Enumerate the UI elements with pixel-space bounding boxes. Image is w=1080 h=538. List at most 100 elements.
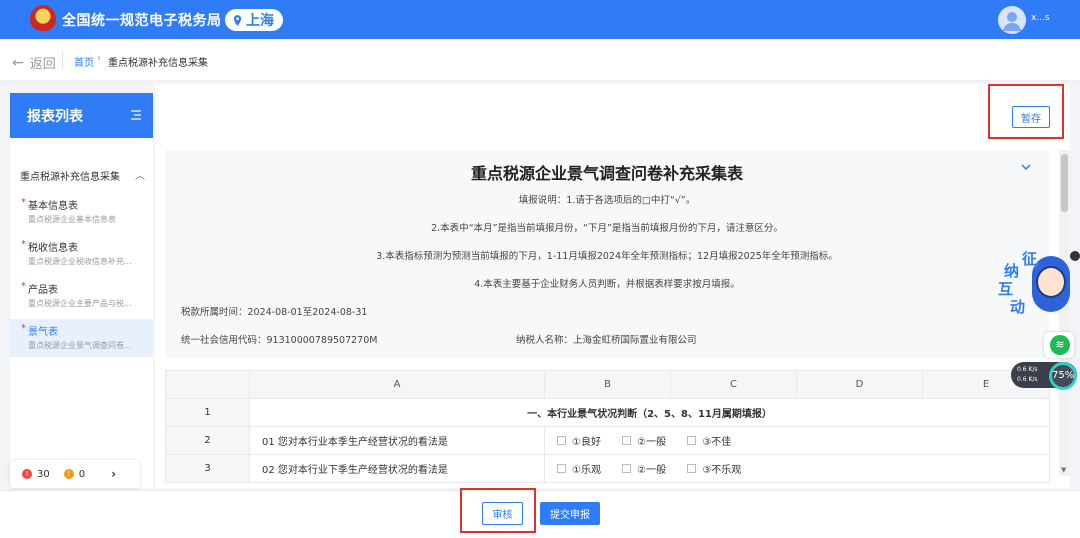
option-label: ①良好 [572, 437, 601, 448]
question-text: 02 您对本行业下季生产经营状况的看法是 [249, 454, 545, 483]
assistant-char: 动 [1010, 298, 1026, 316]
checkbox[interactable] [622, 464, 632, 473]
report-list-sidebar: 报表列表 重点税源补充信息采集 ︿ 基本信息表 重点税源企业基本信息表 税收信息… [10, 93, 153, 488]
survey-table: A B C D E 1 一、本行业景气状况判断（2、5、8、11月属期填报） 2… [165, 370, 1050, 483]
sidebar-title: 报表列表 [27, 108, 83, 125]
sidebar-item-basic-info[interactable]: 基本信息表 重点税源企业基本信息表 [10, 193, 153, 231]
column-header: B [544, 370, 671, 399]
checkbox[interactable] [557, 464, 566, 473]
table-header-row: A B C D E [165, 370, 1050, 399]
highlight-box-save [988, 84, 1064, 139]
column-header [165, 370, 250, 399]
column-header: D [796, 370, 923, 399]
validation-status[interactable]: ! 30 ! 0 › [10, 460, 140, 488]
error-count: 30 [37, 468, 50, 480]
option-label: ③不佳 [702, 437, 732, 448]
download-speed: 0.6 K/s [1017, 376, 1038, 383]
sidebar-header: 报表列表 [10, 93, 153, 138]
option-optimistic[interactable]: ①乐观 [557, 461, 601, 476]
arrow-left-icon: ← [12, 54, 24, 71]
region-label: 上海 [246, 13, 274, 29]
submit-declaration-button[interactable]: 提交申报 [540, 502, 600, 525]
speed-percent: 75% [1049, 362, 1077, 390]
sidebar-item-subtitle: 重点税源企业税收信息补充... [28, 257, 132, 266]
tax-emblem-icon [30, 5, 56, 33]
table-row: 3 02 您对本行业下季生产经营状况的看法是 ①乐观 ②一般 ③不乐观 [165, 454, 1050, 483]
note-line-2: 2.本表中“本月”是指当前填报月份，“下月”是指当前填报月份的下月，请注意区分。 [431, 223, 783, 234]
checkbox[interactable] [687, 436, 697, 445]
form-title: 重点税源企业景气调查问卷补充采集表 [470, 164, 743, 183]
option-label: ③不乐观 [702, 465, 742, 476]
form-panel: 暂存 重点税源企业景气调查问卷补充采集表 填报说明：1.请于各选项后的□中打“√… [155, 84, 1070, 488]
answer-options: ①乐观 ②一般 ③不乐观 [544, 454, 1050, 483]
list-menu-icon[interactable] [131, 110, 141, 120]
back-label: 返回 [29, 57, 56, 72]
highlight-box-audit [460, 488, 536, 533]
warning-icon: ! [63, 469, 74, 479]
sidebar-group-label[interactable]: 重点税源补充信息采集 [20, 168, 120, 183]
form-intro: 重点税源企业景气调查问卷补充采集表 填报说明：1.请于各选项后的□中打“√”。 … [165, 150, 1049, 358]
breadcrumb-home-link[interactable]: 首页 [74, 54, 94, 69]
option-label: ①乐观 [572, 465, 601, 476]
speed-monitor-widget[interactable]: 0.6 K/s 0.6 K/s 75% [1011, 362, 1077, 390]
breadcrumb-divider [62, 51, 63, 69]
note-line-4: 4.本表主要基于企业财务人员判断，并根据表样要求按月填报。 [474, 279, 740, 290]
tax-assistant-widget[interactable]: 征 纳 互 动 [996, 248, 1074, 320]
network-widget[interactable]: ≋ [1044, 332, 1074, 358]
column-header: A [249, 370, 545, 399]
sidebar-item-title: 产品表 [21, 281, 153, 296]
checkbox[interactable] [622, 436, 632, 445]
warning-count: 0 [78, 468, 86, 480]
user-name[interactable]: x...s [1031, 13, 1050, 23]
tax-period: 税款所属时间：2024-08-01至2024-08-31 [181, 307, 368, 318]
answer-options: ①良好 ②一般 ③不佳 [544, 426, 1050, 455]
sidebar-item-subtitle: 重点税源企业主要产品与税... [28, 299, 132, 308]
assistant-avatar-icon [1036, 266, 1066, 298]
scrollbar-thumb[interactable] [1061, 154, 1068, 212]
option-label: ②一般 [637, 465, 667, 476]
breadcrumb-bar: ← 返回 首页 › 重点税源补充信息采集 [0, 39, 1080, 81]
option-poor[interactable]: ③不佳 [687, 433, 731, 448]
sidebar-item-subtitle: 重点税源企业基本信息表 [28, 215, 116, 224]
chevron-up-icon[interactable]: ︿ [135, 167, 145, 182]
sidebar-item-title: 基本信息表 [21, 197, 153, 212]
assistant-char: 征 [1022, 250, 1038, 268]
table-row: 1 一、本行业景气状况判断（2、5、8、11月属期填报） [165, 398, 1050, 427]
user-avatar[interactable] [998, 6, 1026, 34]
section-heading: 一、本行业景气状况判断（2、5、8、11月属期填报） [249, 398, 1050, 427]
breadcrumb-current: 重点税源补充信息采集 [108, 58, 208, 69]
column-header: C [670, 370, 797, 399]
region-selector[interactable]: 上海 [225, 9, 283, 31]
error-icon: ! [22, 469, 32, 479]
option-average[interactable]: ②一般 [622, 461, 666, 476]
sidebar-item-tax-info[interactable]: 税收信息表 重点税源企业税收信息补充... [10, 235, 153, 273]
site-title[interactable]: 全国统一规范电子税务局 [62, 10, 222, 30]
wifi-icon: ≋ [1050, 335, 1070, 355]
option-average[interactable]: ②一般 [622, 433, 666, 448]
back-button[interactable]: ← 返回 [12, 53, 56, 73]
option-label: ②一般 [637, 437, 667, 448]
user-icon [1003, 12, 1021, 31]
question-text: 01 您对本行业本季生产经营状况的看法是 [249, 426, 545, 455]
top-bar: 全国统一规范电子税务局 上海 x...s [0, 0, 1080, 39]
option-pessimistic[interactable]: ③不乐观 [687, 461, 741, 476]
note-line-3: 3.本表指标预测为预测当前填报的下月，1-11月填报2024年全年预测指标；12… [376, 251, 838, 262]
checkbox[interactable] [557, 436, 566, 445]
sidebar-item-products[interactable]: 产品表 重点税源企业主要产品与税... [10, 277, 153, 315]
chevron-right-icon[interactable]: › [111, 467, 116, 481]
location-pin-icon [233, 14, 242, 26]
option-good[interactable]: ①良好 [557, 433, 601, 448]
chevron-down-icon[interactable] [1019, 160, 1033, 174]
note-line-1: 填报说明：1.请于各选项后的□中打“√”。 [518, 195, 696, 206]
sidebar-item-title: 税收信息表 [21, 239, 153, 254]
taxpayer-name: 纳税人名称：上海金虹桥国际置业有限公司 [516, 335, 697, 346]
row-index: 1 [165, 398, 250, 427]
credit-code: 统一社会信用代码：91310000789507270M [181, 335, 378, 346]
scroll-down-arrow-icon[interactable]: ▼ [1061, 466, 1066, 474]
checkbox[interactable] [687, 464, 697, 473]
row-index: 2 [165, 426, 250, 455]
sidebar-item-title: 景气表 [21, 323, 153, 338]
sidebar-item-business-climate[interactable]: 景气表 重点税源企业景气调查问卷... [10, 319, 153, 357]
breadcrumb-separator: › [97, 53, 101, 64]
table-row: 2 01 您对本行业本季生产经营状况的看法是 ①良好 ②一般 ③不佳 [165, 426, 1050, 455]
